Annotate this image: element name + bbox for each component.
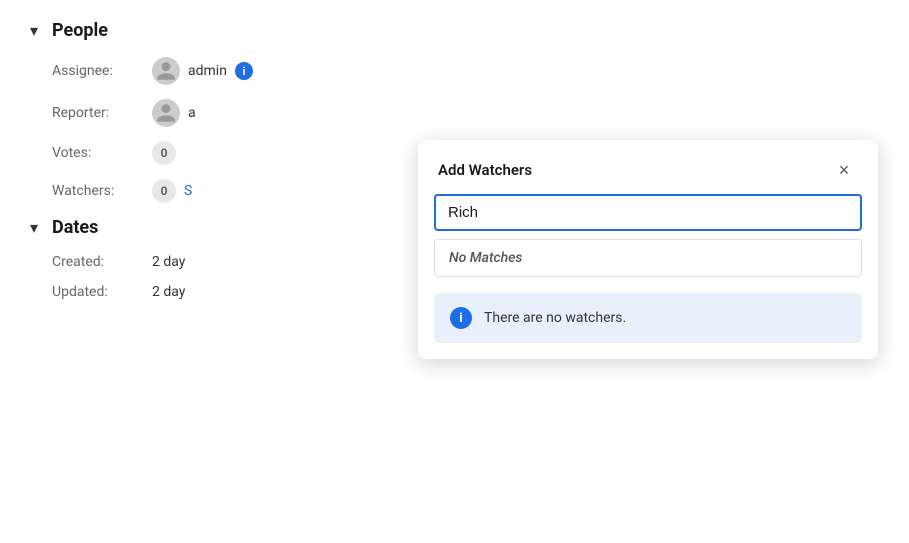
modal-header: Add Watchers × xyxy=(418,140,878,194)
no-matches-item: No Matches xyxy=(435,240,861,276)
reporter-value: a xyxy=(152,99,196,127)
updated-label: Updated: xyxy=(52,284,152,300)
watchers-label: Watchers: xyxy=(52,183,152,199)
votes-value: 0 xyxy=(152,141,176,165)
modal-title: Add Watchers xyxy=(438,161,532,179)
watchers-badge[interactable]: 0 xyxy=(152,179,176,203)
assignee-avatar xyxy=(152,57,180,85)
dates-chevron-icon[interactable]: ▾ xyxy=(24,218,44,238)
votes-label: Votes: xyxy=(52,145,152,161)
reporter-row: Reporter: a xyxy=(24,99,885,127)
reporter-avatar xyxy=(152,99,180,127)
updated-value: 2 day xyxy=(152,284,185,300)
start-watching-link[interactable]: S xyxy=(184,183,192,199)
search-wrapper xyxy=(418,194,878,235)
assignee-name: admin xyxy=(188,63,227,79)
created-label: Created: xyxy=(52,254,152,270)
avatar-icon xyxy=(155,60,177,82)
watcher-info-box: i There are no watchers. xyxy=(434,293,862,343)
reporter-initial: a xyxy=(188,105,196,121)
search-dropdown: No Matches xyxy=(434,239,862,277)
watcher-search-input[interactable] xyxy=(434,194,862,231)
people-section-header: ▾ People xyxy=(24,20,885,41)
add-watchers-modal: Add Watchers × No Matches i There are no… xyxy=(418,140,878,359)
reporter-avatar-icon xyxy=(155,102,177,124)
assignee-label: Assignee: xyxy=(52,63,152,79)
assignee-info-icon[interactable]: i xyxy=(235,62,253,80)
modal-close-button[interactable]: × xyxy=(830,156,858,184)
reporter-label: Reporter: xyxy=(52,105,152,121)
assignee-value: admin i xyxy=(152,57,253,85)
votes-badge[interactable]: 0 xyxy=(152,141,176,165)
watchers-value: 0 S xyxy=(152,179,192,203)
assignee-row: Assignee: admin i xyxy=(24,57,885,85)
dates-section-title: Dates xyxy=(52,217,98,238)
created-value: 2 day xyxy=(152,254,185,270)
watcher-info-text: There are no watchers. xyxy=(484,310,626,326)
watcher-info-icon: i xyxy=(450,307,472,329)
people-chevron-icon[interactable]: ▾ xyxy=(24,21,44,41)
people-section-title: People xyxy=(52,20,108,41)
